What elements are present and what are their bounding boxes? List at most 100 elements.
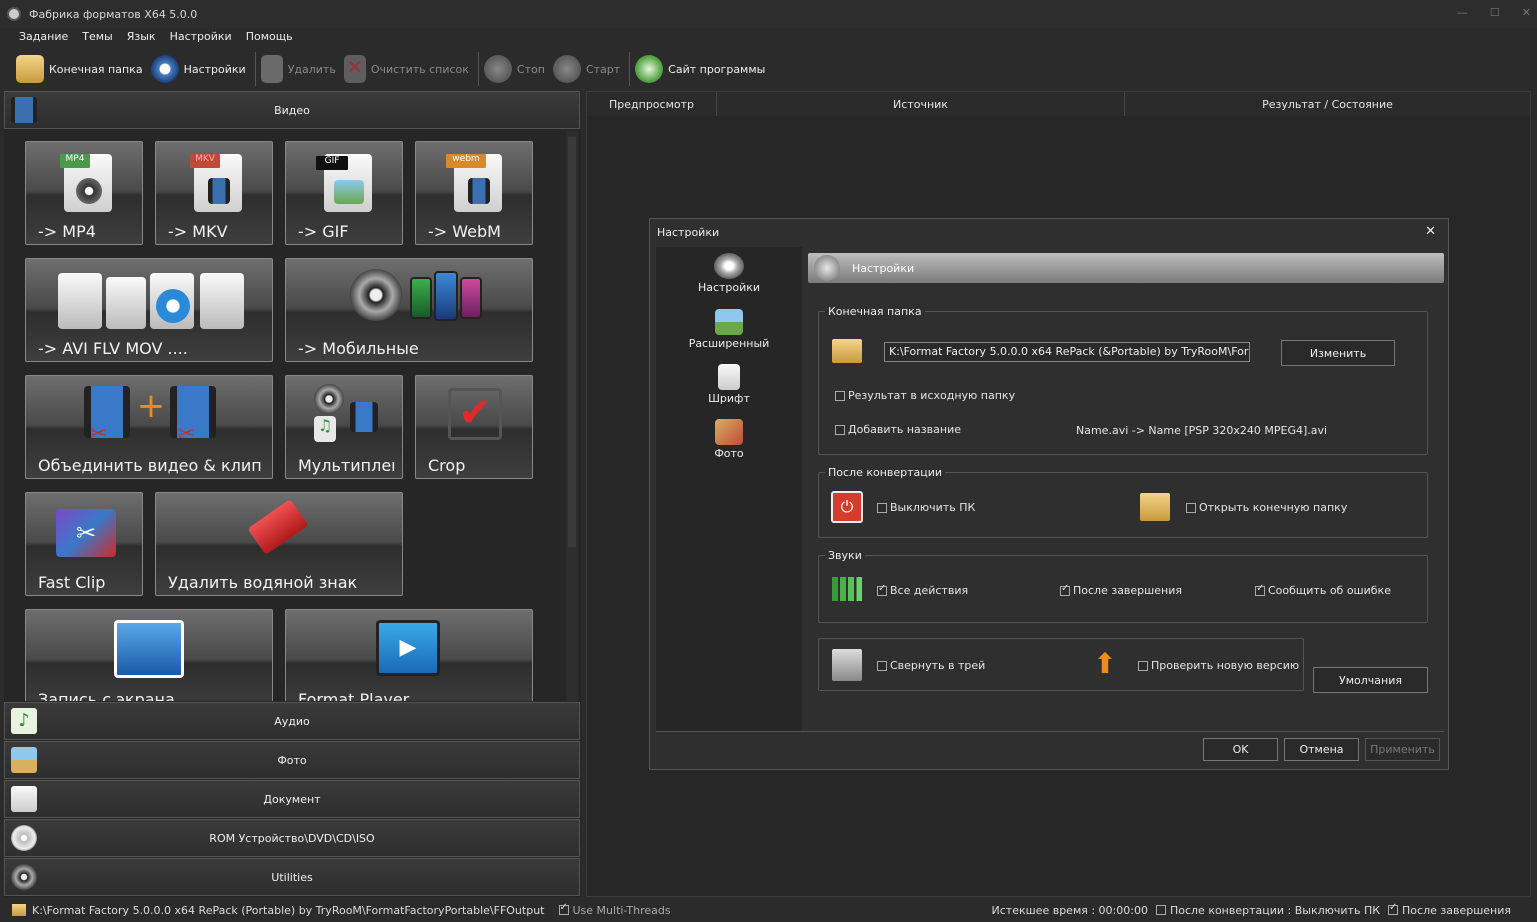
tile-avi-flv-mov[interactable]: -> AVI FLV MOV .... bbox=[25, 258, 273, 362]
category-rom[interactable]: ROM Устройство\DVD\CD\ISO bbox=[4, 819, 580, 857]
film-reel-icon bbox=[11, 864, 37, 890]
add-name-checkbox[interactable] bbox=[835, 424, 845, 435]
toolbar-separator bbox=[254, 52, 256, 86]
output-path-input[interactable]: K:\Format Factory 5.0.0.0 x64 RePack (&P… bbox=[884, 342, 1250, 362]
after-finish-status-checkbox[interactable] bbox=[1388, 902, 1399, 915]
power-icon: ⏻ bbox=[831, 491, 863, 523]
tile-fast-clip[interactable]: ✂ Fast Clip bbox=[25, 492, 143, 596]
status-output-path[interactable]: K:\Format Factory 5.0.0.0 x64 RePack (Po… bbox=[32, 904, 545, 917]
column-source[interactable]: Источник bbox=[717, 92, 1125, 116]
after-finish-status[interactable]: После завершения bbox=[1388, 902, 1511, 917]
open-folder-option[interactable]: Открыть конечную папку bbox=[1186, 501, 1347, 514]
avi-file-icon bbox=[58, 273, 102, 329]
scissors-icon: ✂ bbox=[178, 421, 195, 445]
add-name-option[interactable]: Добавить название bbox=[835, 423, 961, 436]
close-window-button[interactable]: ✕ bbox=[1522, 6, 1531, 19]
settings-button[interactable]: Настройки bbox=[149, 52, 252, 86]
music-note-icon: ♪ bbox=[11, 708, 37, 734]
after-finish-checkbox[interactable] bbox=[1060, 583, 1070, 596]
result-in-source-option[interactable]: Результат в исходную папку bbox=[835, 389, 1015, 402]
start-button[interactable]: Старт bbox=[551, 52, 626, 86]
tile-mobile[interactable]: -> Мобильные bbox=[285, 258, 533, 362]
tile-mp4[interactable]: MP4 -> MP4 bbox=[25, 141, 143, 245]
tile-webm[interactable]: webm -> WebM bbox=[415, 141, 533, 245]
ok-button[interactable]: OK bbox=[1203, 738, 1278, 761]
column-result[interactable]: Результат / Состояние bbox=[1125, 92, 1530, 116]
film-reel-icon bbox=[76, 178, 102, 204]
defaults-button[interactable]: Умолчания bbox=[1313, 667, 1428, 693]
crop-check-icon: ✔ bbox=[448, 388, 502, 440]
dialog-close-icon[interactable]: ✕ bbox=[1425, 224, 1436, 239]
video-tiles-area: MP4 -> MP4 MKV -> MKV GIF -> GIF webm ->… bbox=[4, 131, 564, 701]
tiles-scrollbar[interactable] bbox=[566, 131, 578, 701]
delete-button[interactable]: Удалить bbox=[259, 52, 342, 86]
stop-button[interactable]: Стоп bbox=[482, 52, 551, 86]
open-folder-checkbox[interactable] bbox=[1186, 502, 1196, 513]
column-preview[interactable]: Предпросмотр bbox=[587, 92, 717, 116]
all-actions-option[interactable]: Все действия bbox=[877, 583, 968, 597]
menu-task[interactable]: Задание bbox=[12, 28, 75, 46]
scrollbar-thumb[interactable] bbox=[568, 137, 576, 547]
multithreads-option[interactable]: Use Multi-Threads bbox=[558, 902, 671, 917]
tile-label: -> MKV bbox=[168, 222, 228, 241]
tile-label: -> WebM bbox=[428, 222, 501, 241]
category-audio[interactable]: ♪ Аудио bbox=[4, 702, 580, 740]
sidebar-item-font[interactable]: Шрифт bbox=[656, 364, 802, 405]
maximize-button[interactable]: ☐ bbox=[1490, 6, 1500, 19]
mp4-badge: MP4 bbox=[60, 154, 90, 168]
shutdown-checkbox[interactable] bbox=[877, 502, 887, 513]
category-video[interactable]: Видео bbox=[4, 91, 580, 129]
sidebar-item-advanced[interactable]: Расширенный bbox=[656, 309, 802, 350]
check-update-checkbox[interactable] bbox=[1138, 660, 1148, 671]
output-folder-button[interactable]: Конечная папка bbox=[14, 52, 149, 86]
report-error-option[interactable]: Сообщить об ошибке bbox=[1255, 583, 1391, 597]
minimize-button[interactable]: — bbox=[1457, 6, 1468, 19]
category-photo[interactable]: Фото bbox=[4, 741, 580, 779]
tile-muxer[interactable]: ♫ Мультиплеı bbox=[285, 375, 403, 479]
category-document[interactable]: Документ bbox=[4, 780, 580, 818]
menu-themes[interactable]: Темы bbox=[75, 28, 119, 46]
stop-icon bbox=[483, 55, 512, 83]
tile-gif[interactable]: GIF -> GIF bbox=[285, 141, 403, 245]
clear-list-button[interactable]: ✕ Очистить список bbox=[342, 52, 475, 86]
tile-screen-record[interactable]: Запись с экрана bbox=[25, 609, 273, 701]
website-button[interactable]: Сайт программы bbox=[633, 52, 771, 86]
gif-badge: GIF bbox=[316, 156, 348, 170]
report-error-checkbox[interactable] bbox=[1255, 583, 1265, 596]
arrow-up-icon: ⬆ bbox=[1093, 646, 1117, 680]
folder-icon bbox=[1140, 493, 1170, 521]
shutdown-option[interactable]: Выключить ПК bbox=[877, 501, 975, 514]
menu-language[interactable]: Язык bbox=[120, 28, 163, 46]
apply-button[interactable]: Применить bbox=[1365, 738, 1440, 761]
after-finish-option[interactable]: После завершения bbox=[1060, 583, 1182, 597]
check-update-option[interactable]: Проверить новую версию bbox=[1138, 659, 1299, 672]
menu-help[interactable]: Помощь bbox=[239, 28, 300, 46]
tray-icon bbox=[832, 649, 862, 681]
photo-icon bbox=[11, 747, 37, 773]
tile-join-video[interactable]: + ✂ ✂ Объединить видео & клип bbox=[25, 375, 273, 479]
menu-settings[interactable]: Настройки bbox=[163, 28, 239, 46]
cancel-button[interactable]: Отмена bbox=[1284, 738, 1359, 761]
tile-format-player[interactable]: ▶ Format Player bbox=[285, 609, 533, 701]
all-actions-checkbox[interactable] bbox=[877, 583, 887, 596]
minimize-tray-option[interactable]: Свернуть в трей bbox=[877, 659, 985, 672]
folder-icon bbox=[832, 339, 862, 363]
tile-remove-watermark[interactable]: Удалить водяной знак bbox=[155, 492, 403, 596]
after-conversion-status[interactable]: После конвертации : Выключить ПК bbox=[1155, 904, 1380, 917]
tile-mkv[interactable]: MKV -> MKV bbox=[155, 141, 273, 245]
multithreads-checkbox[interactable] bbox=[558, 902, 569, 915]
toolbar-separator bbox=[629, 52, 631, 86]
start-icon bbox=[552, 55, 581, 83]
delete-icon bbox=[260, 55, 283, 83]
after-conversion-checkbox[interactable] bbox=[1155, 905, 1166, 915]
minimize-tray-checkbox[interactable] bbox=[877, 660, 887, 671]
sidebar-item-settings[interactable]: Настройки bbox=[656, 253, 802, 294]
sidebar-item-photo[interactable]: Фото bbox=[656, 419, 802, 460]
tile-crop[interactable]: ✔ Crop bbox=[415, 375, 533, 479]
change-folder-button[interactable]: Изменить bbox=[1281, 340, 1395, 366]
category-utilities[interactable]: Utilities bbox=[4, 858, 580, 896]
film-reel-icon bbox=[314, 384, 344, 414]
tile-label: Format Player bbox=[298, 690, 410, 701]
result-in-source-checkbox[interactable] bbox=[835, 390, 845, 401]
film-strip-icon bbox=[208, 178, 230, 204]
